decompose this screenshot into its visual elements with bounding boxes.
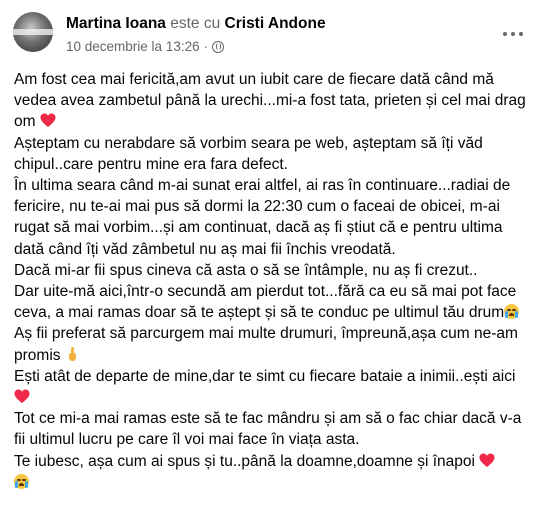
post-paragraph: Dar uite-mă aici,într-o secundă am pierd… [14, 281, 530, 323]
post-paragraph: În ultima seara când m-ai sunat erai alt… [14, 177, 511, 258]
meta-separator: · [203, 39, 209, 54]
post-timestamp[interactable]: 10 decembrie la 13:26 [66, 39, 200, 54]
post-paragraph: Am fost cea mai fericită,am avut un iubi… [14, 71, 526, 131]
more-options-icon [503, 32, 507, 36]
heart-icon [40, 113, 56, 128]
tagged-person-name[interactable]: Cristi Andone [225, 15, 326, 32]
crossed-fingers-icon [67, 346, 77, 361]
globe-icon [212, 40, 225, 53]
avatar[interactable] [13, 12, 53, 52]
heart-icon [14, 389, 30, 404]
post-paragraph: Ești atât de departe de mine,dar te simt… [14, 366, 530, 408]
heart-icon [479, 453, 495, 467]
post-paragraph: Dacă mi-ar fii spus cineva că asta o să … [14, 261, 478, 279]
crying-face-icon [14, 473, 29, 489]
post-paragraph: Te iubesc, așa cum ai spus și tu..până l… [14, 451, 530, 493]
post-paragraph: Aș fii preferat să parcurgem mai multe d… [14, 325, 518, 364]
with-text: este cu [170, 15, 221, 32]
post-text: Am fost cea mai fericită,am avut un iubi… [14, 69, 530, 493]
author-name[interactable]: Martina Ioana [66, 15, 166, 32]
crying-face-icon [504, 304, 520, 320]
post-header: Martina Ioana este cu Cristi Andone 10 d… [0, 0, 545, 64]
post-paragraph: Tot ce mi-a mai ramas este să te fac mân… [14, 410, 522, 449]
post-meta: 10 decembrie la 13:26 · [66, 39, 225, 54]
author-line: Martina Ioana este cu Cristi Andone [66, 15, 326, 33]
more-options-button[interactable] [493, 22, 533, 46]
post-paragraph: Așteptam cu nerabdare să vorbim seara pe… [14, 134, 483, 173]
